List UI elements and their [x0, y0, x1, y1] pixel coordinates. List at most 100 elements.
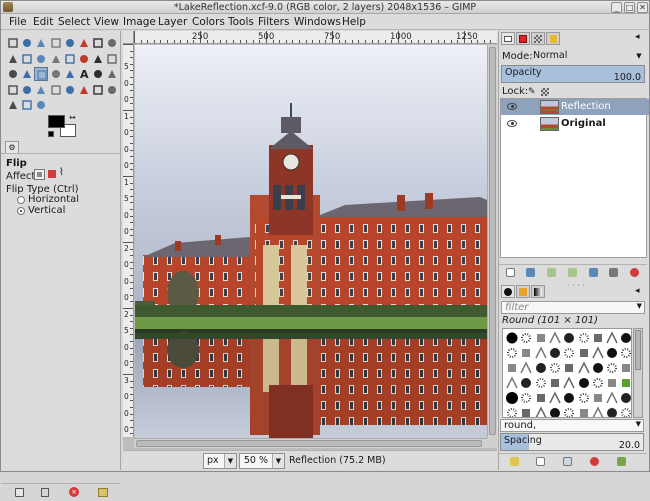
vertical-ruler[interactable]: 5 0 0 1 0 0 0 1 5 0 0 2 0 0 0 2 5 0 0 3 0 0 0	[123, 44, 134, 437]
brush-swatch[interactable]	[519, 391, 533, 405]
new-layer-group-icon[interactable]	[526, 268, 535, 277]
menu-filters[interactable]: Filters	[258, 14, 289, 30]
text-tool-icon[interactable]: A	[77, 67, 91, 81]
brush-swatch[interactable]	[619, 346, 631, 360]
brush-swatch[interactable]	[519, 346, 533, 360]
horizontal-scroll-thumb[interactable]	[136, 440, 482, 447]
quick-mask-corner-button[interactable]	[123, 31, 134, 44]
brush-swatch[interactable]	[591, 391, 605, 405]
cage-transform-tool-icon[interactable]	[49, 67, 63, 81]
brush-swatch[interactable]	[562, 391, 576, 405]
color-picker-tool-icon[interactable]	[6, 52, 20, 66]
brush-swatch[interactable]	[548, 331, 562, 345]
brush-swatch[interactable]	[605, 331, 619, 345]
measure-tool-icon[interactable]	[34, 52, 48, 66]
raise-layer-icon[interactable]	[547, 268, 556, 277]
ellipse-select-tool-icon[interactable]	[20, 36, 34, 50]
brushes-scroll-thumb[interactable]	[635, 330, 641, 370]
brush-swatch[interactable]	[619, 376, 631, 390]
unified-transform-tool-icon[interactable]	[63, 67, 77, 81]
blur-tool-icon[interactable]	[6, 98, 20, 112]
delete-options-icon[interactable]: ×	[69, 487, 79, 497]
reset-options-icon[interactable]	[98, 488, 108, 497]
brush-swatch[interactable]	[519, 361, 533, 375]
brush-swatch[interactable]	[577, 361, 591, 375]
image-canvas[interactable]	[135, 45, 487, 438]
blend-tool-icon[interactable]	[105, 67, 119, 81]
brush-swatch[interactable]	[591, 331, 605, 345]
brush-swatch[interactable]	[548, 406, 562, 417]
flip-tool-icon[interactable]	[34, 67, 49, 82]
brush-swatch[interactable]	[562, 406, 576, 417]
brush-swatch[interactable]	[534, 346, 548, 360]
delete-brush-icon[interactable]	[590, 457, 599, 466]
brush-swatch[interactable]	[605, 361, 619, 375]
vertical-scroll-thumb[interactable]	[489, 47, 496, 435]
heal-tool-icon[interactable]	[91, 83, 105, 97]
duplicate-brush-icon[interactable]	[563, 457, 572, 466]
brush-swatch[interactable]	[605, 376, 619, 390]
brush-swatch[interactable]	[534, 361, 548, 375]
eye-icon[interactable]	[507, 103, 517, 110]
scissors-select-tool-icon[interactable]	[77, 36, 91, 50]
filter-dropdown-icon[interactable]: ▼	[637, 302, 642, 310]
horizontal-scrollbar[interactable]	[134, 438, 487, 448]
brush-swatch[interactable]	[591, 376, 605, 390]
brushes-tab[interactable]	[501, 285, 515, 298]
refresh-brushes-icon[interactable]	[617, 457, 626, 466]
gradients-tab[interactable]	[531, 285, 545, 298]
affect-selection-button[interactable]	[48, 170, 56, 178]
title-bar[interactable]: *LakeReflection.xcf-9.0 (RGB color, 2 la…	[1, 1, 649, 14]
brush-swatch[interactable]	[548, 376, 562, 390]
brush-swatch[interactable]	[577, 346, 591, 360]
brush-swatch[interactable]	[591, 346, 605, 360]
clone-tool-icon[interactable]	[77, 83, 91, 97]
brush-swatch[interactable]	[519, 331, 533, 345]
brush-swatch[interactable]	[548, 391, 562, 405]
foreground-color-swatch[interactable]	[48, 115, 65, 128]
anchor-layer-icon[interactable]	[609, 268, 618, 277]
lock-alpha-icon[interactable]	[541, 88, 549, 96]
brush-swatch[interactable]	[562, 361, 576, 375]
brush-swatch[interactable]	[605, 346, 619, 360]
rotate-tool-icon[interactable]	[91, 52, 105, 66]
pencil-tool-icon[interactable]	[6, 83, 20, 97]
layer-row-reflection[interactable]: Reflection	[501, 99, 649, 115]
menu-edit[interactable]: Edit	[33, 14, 53, 30]
align-tool-icon[interactable]	[63, 52, 77, 66]
default-colors-icon[interactable]	[48, 131, 54, 137]
brush-swatch[interactable]	[505, 361, 519, 375]
bucket-fill-tool-icon[interactable]	[91, 67, 105, 81]
brush-swatch[interactable]	[591, 406, 605, 417]
close-button[interactable]: ✕	[637, 2, 648, 13]
brush-swatch[interactable]	[519, 376, 533, 390]
brush-filter-field[interactable]: filter ▼	[501, 301, 645, 314]
brush-swatch[interactable]	[534, 376, 548, 390]
affect-path-button[interactable]: ⌇	[59, 167, 64, 178]
affect-layer-button[interactable]	[34, 169, 45, 180]
brush-swatch[interactable]	[577, 331, 591, 345]
fuzzy-select-tool-icon[interactable]	[49, 36, 63, 50]
brush-swatch[interactable]	[605, 391, 619, 405]
eraser-tool-icon[interactable]	[34, 83, 48, 97]
delete-layer-icon[interactable]	[630, 268, 639, 277]
brush-swatch[interactable]	[619, 331, 631, 345]
menu-colors[interactable]: Colors	[192, 14, 225, 30]
scale-tool-icon[interactable]	[105, 52, 119, 66]
menu-view[interactable]: View	[94, 14, 119, 30]
crop-tool-icon[interactable]	[77, 52, 91, 66]
navigate-corner-button[interactable]	[487, 438, 497, 448]
layer-row-original[interactable]: Original	[501, 116, 649, 132]
paths-tool-icon[interactable]	[105, 36, 119, 50]
tool-options-tab[interactable]: ⚙	[5, 141, 19, 153]
brush-swatch[interactable]	[562, 331, 576, 345]
horizontal-ruler[interactable]: 2505007501000125015001750	[134, 31, 497, 44]
brush-swatch[interactable]	[577, 376, 591, 390]
brush-swatch[interactable]	[619, 406, 631, 417]
menu-layer[interactable]: Layer	[158, 14, 187, 30]
brushes-grid[interactable]	[502, 328, 632, 418]
brush-swatch[interactable]	[577, 406, 591, 417]
maximize-button[interactable]: □	[624, 2, 635, 13]
brush-swatch[interactable]	[534, 406, 548, 417]
brush-swatch[interactable]	[619, 361, 631, 375]
